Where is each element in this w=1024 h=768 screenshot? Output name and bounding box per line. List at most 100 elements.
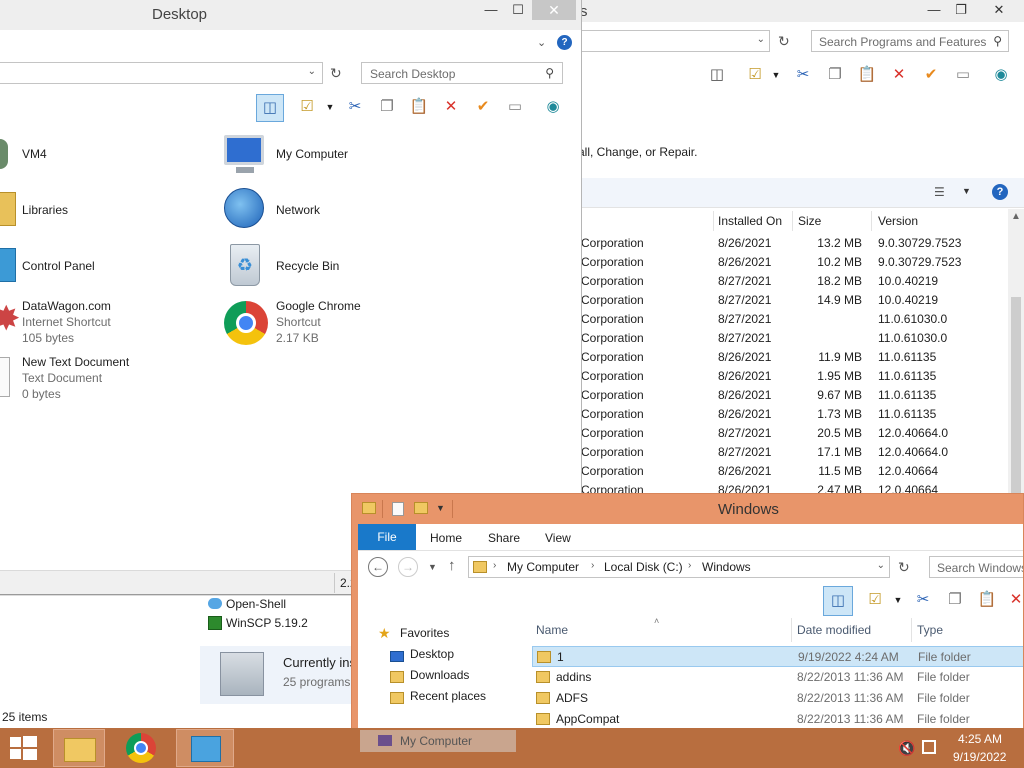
properties-icon[interactable] bbox=[392, 502, 404, 516]
speaker-muted-icon[interactable]: 🔇 bbox=[898, 740, 915, 757]
cut-icon[interactable]: ✂ bbox=[792, 64, 814, 86]
chevron-down-icon[interactable]: ▼ bbox=[892, 589, 904, 611]
desktop-item-libraries[interactable]: Libraries bbox=[0, 190, 200, 230]
chevron-down-icon[interactable]: ⌄ bbox=[308, 66, 316, 77]
col-installed-on[interactable]: Installed On bbox=[718, 214, 782, 228]
col-size[interactable]: Size bbox=[798, 214, 821, 228]
taskbar-my-computer-hint[interactable]: My Computer bbox=[360, 730, 516, 752]
taskbar-file-explorer[interactable] bbox=[53, 729, 105, 767]
breadcrumb-local-disk[interactable]: Local Disk (C:) bbox=[604, 560, 683, 574]
preview-pane-icon[interactable]: ◫ bbox=[823, 586, 853, 616]
desktop-item-vm4[interactable]: VM4 bbox=[0, 135, 200, 175]
breadcrumb-separator-icon[interactable]: › bbox=[688, 560, 691, 571]
table-row[interactable]: Corporation 8/26/2021 13.2 MB 9.0.30729.752… bbox=[578, 234, 1008, 253]
col-date-modified[interactable]: Date modified bbox=[797, 623, 871, 637]
desktop-item-new-text-document[interactable]: New Text Document Text Document 0 bytes bbox=[0, 353, 200, 405]
desktop-item-recycle-bin[interactable]: ♻ Recycle Bin bbox=[222, 242, 442, 290]
table-row[interactable]: Corporation 8/27/2021 14.9 MB 10.0.40219 bbox=[578, 291, 1008, 310]
cut-icon[interactable]: ✂ bbox=[912, 589, 934, 611]
copy-icon[interactable]: ❐ bbox=[824, 64, 846, 86]
desktop-item-control-panel[interactable]: Control Panel bbox=[0, 246, 200, 286]
table-row[interactable]: Corporation 8/26/2021 11.9 MB 11.0.61135 bbox=[578, 348, 1008, 367]
nav-desktop[interactable]: Desktop bbox=[410, 647, 454, 661]
delete-icon[interactable]: ✕ bbox=[888, 64, 910, 86]
properties-icon[interactable]: ☑ bbox=[864, 589, 886, 611]
customize-toolbar-icon[interactable]: ▼ bbox=[436, 503, 445, 513]
new-folder-icon[interactable] bbox=[414, 502, 428, 514]
table-row[interactable]: Corporation 8/26/2021 11.5 MB 12.0.40664 bbox=[578, 462, 1008, 481]
check-icon[interactable]: ✔ bbox=[920, 64, 942, 86]
help-icon[interactable]: ? bbox=[557, 35, 572, 50]
desktop-item-google-chrome[interactable]: Google Chrome Shortcut 2.17 KB bbox=[222, 297, 442, 349]
preview-pane-icon[interactable]: ◫ bbox=[256, 94, 284, 122]
nav-favorites[interactable]: Favorites bbox=[400, 626, 449, 640]
clock-date[interactable]: 9/19/2022 bbox=[953, 750, 1006, 764]
col-type[interactable]: Type bbox=[917, 623, 943, 637]
help-icon[interactable]: ? bbox=[992, 184, 1008, 200]
search-icon[interactable]: ⚲ bbox=[993, 34, 1002, 48]
delete-icon[interactable]: ✕ bbox=[440, 96, 462, 118]
chevron-down-icon[interactable]: ▼ bbox=[962, 186, 971, 196]
table-row[interactable]: Corporation 8/26/2021 1.73 MB 11.0.61135 bbox=[578, 405, 1008, 424]
restore-button[interactable]: ❐ bbox=[948, 0, 974, 20]
rename-icon[interactable]: ▭ bbox=[952, 64, 974, 86]
scroll-up-icon[interactable]: ▲ bbox=[1011, 211, 1021, 222]
rename-icon[interactable]: ▭ bbox=[504, 96, 526, 118]
tab-share[interactable]: Share bbox=[488, 531, 520, 545]
chevron-down-icon[interactable]: ▼ bbox=[770, 64, 782, 86]
refresh-icon[interactable]: ↻ bbox=[898, 559, 910, 576]
ribbon-expand-icon[interactable]: ⌄ bbox=[537, 36, 546, 49]
table-row[interactable]: Corporation 8/27/2021 11.0.61030.0 bbox=[578, 329, 1008, 348]
chevron-down-icon[interactable]: ⌄ bbox=[757, 34, 765, 45]
cut-icon[interactable]: ✂ bbox=[344, 96, 366, 118]
desktop-address-bar[interactable]: ⌄ bbox=[0, 62, 323, 84]
network-icon[interactable] bbox=[922, 740, 936, 754]
list-item[interactable]: 1 9/19/2022 4:24 AM File folder bbox=[532, 646, 1023, 667]
table-row[interactable]: Corporation 8/27/2021 18.2 MB 10.0.40219 bbox=[578, 272, 1008, 291]
table-row[interactable]: Corporation 8/26/2021 10.2 MB 9.0.30729.752… bbox=[578, 253, 1008, 272]
refresh-icon[interactable]: ↻ bbox=[778, 33, 790, 50]
globe-icon[interactable]: ◉ bbox=[542, 96, 564, 118]
program-winscp[interactable]: WinSCP 5.19.2 bbox=[226, 616, 308, 630]
minimize-button[interactable]: — bbox=[921, 0, 947, 20]
breadcrumb-separator-icon[interactable]: › bbox=[493, 560, 496, 571]
view-list-icon[interactable]: ☰ bbox=[934, 185, 945, 199]
programs-address-bar[interactable]: ⌄ bbox=[580, 30, 770, 52]
delete-icon[interactable]: ✕ bbox=[1008, 589, 1023, 611]
table-row[interactable]: Corporation 8/26/2021 1.95 MB 11.0.61135 bbox=[578, 367, 1008, 386]
list-item[interactable]: addins 8/22/2013 11:36 AM File folder bbox=[532, 667, 1023, 688]
preview-pane-icon[interactable]: ◫ bbox=[706, 64, 728, 86]
paste-icon[interactable]: 📋 bbox=[856, 64, 878, 86]
table-row[interactable]: Corporation 8/27/2021 11.0.61030.0 bbox=[578, 310, 1008, 329]
table-row[interactable]: Corporation 8/27/2021 17.1 MB 12.0.40664.0 bbox=[578, 443, 1008, 462]
col-name[interactable]: Name bbox=[536, 623, 568, 637]
desktop-item-datawagon[interactable]: ✸ DataWagon.com Internet Shortcut 105 by… bbox=[0, 297, 200, 349]
back-icon[interactable]: ← bbox=[368, 557, 388, 577]
programs-scrollbar[interactable]: ▲ bbox=[1008, 209, 1024, 500]
desktop-search-input[interactable]: Search Desktop ⚲ bbox=[361, 62, 563, 84]
col-version[interactable]: Version bbox=[878, 214, 918, 228]
list-item[interactable]: ADFS 8/22/2013 11:36 AM File folder bbox=[532, 688, 1023, 709]
globe-icon[interactable]: ◉ bbox=[990, 64, 1012, 86]
maximize-button[interactable]: ☐ bbox=[505, 0, 531, 20]
windows-address-bar[interactable]: › My Computer › Local Disk (C:) › Window… bbox=[468, 556, 890, 578]
properties-icon[interactable]: ☑ bbox=[744, 64, 766, 86]
tab-view[interactable]: View bbox=[545, 531, 571, 545]
table-row[interactable]: Corporation 8/26/2021 9.67 MB 11.0.61135 bbox=[578, 386, 1008, 405]
chevron-down-icon[interactable]: ▼ bbox=[324, 96, 336, 118]
check-icon[interactable]: ✔ bbox=[472, 96, 494, 118]
paste-icon[interactable]: 📋 bbox=[976, 589, 998, 611]
desktop-item-network[interactable]: Network bbox=[222, 186, 442, 234]
tab-file[interactable]: File bbox=[358, 524, 416, 550]
taskbar-control-panel[interactable] bbox=[176, 729, 234, 767]
programs-search-input[interactable]: Search Programs and Features ⚲ bbox=[811, 30, 1009, 52]
tab-home[interactable]: Home bbox=[430, 531, 462, 545]
close-button[interactable]: ✕ bbox=[976, 0, 1022, 20]
breadcrumb-separator-icon[interactable]: › bbox=[591, 560, 594, 571]
recent-locations-icon[interactable]: ▼ bbox=[428, 562, 437, 572]
breadcrumb-my-computer[interactable]: My Computer bbox=[507, 560, 579, 574]
properties-icon[interactable]: ☑ bbox=[296, 96, 318, 118]
nav-recent-places[interactable]: Recent places bbox=[410, 689, 486, 703]
up-icon[interactable]: ↑ bbox=[448, 557, 456, 574]
paste-icon[interactable]: 📋 bbox=[408, 96, 430, 118]
